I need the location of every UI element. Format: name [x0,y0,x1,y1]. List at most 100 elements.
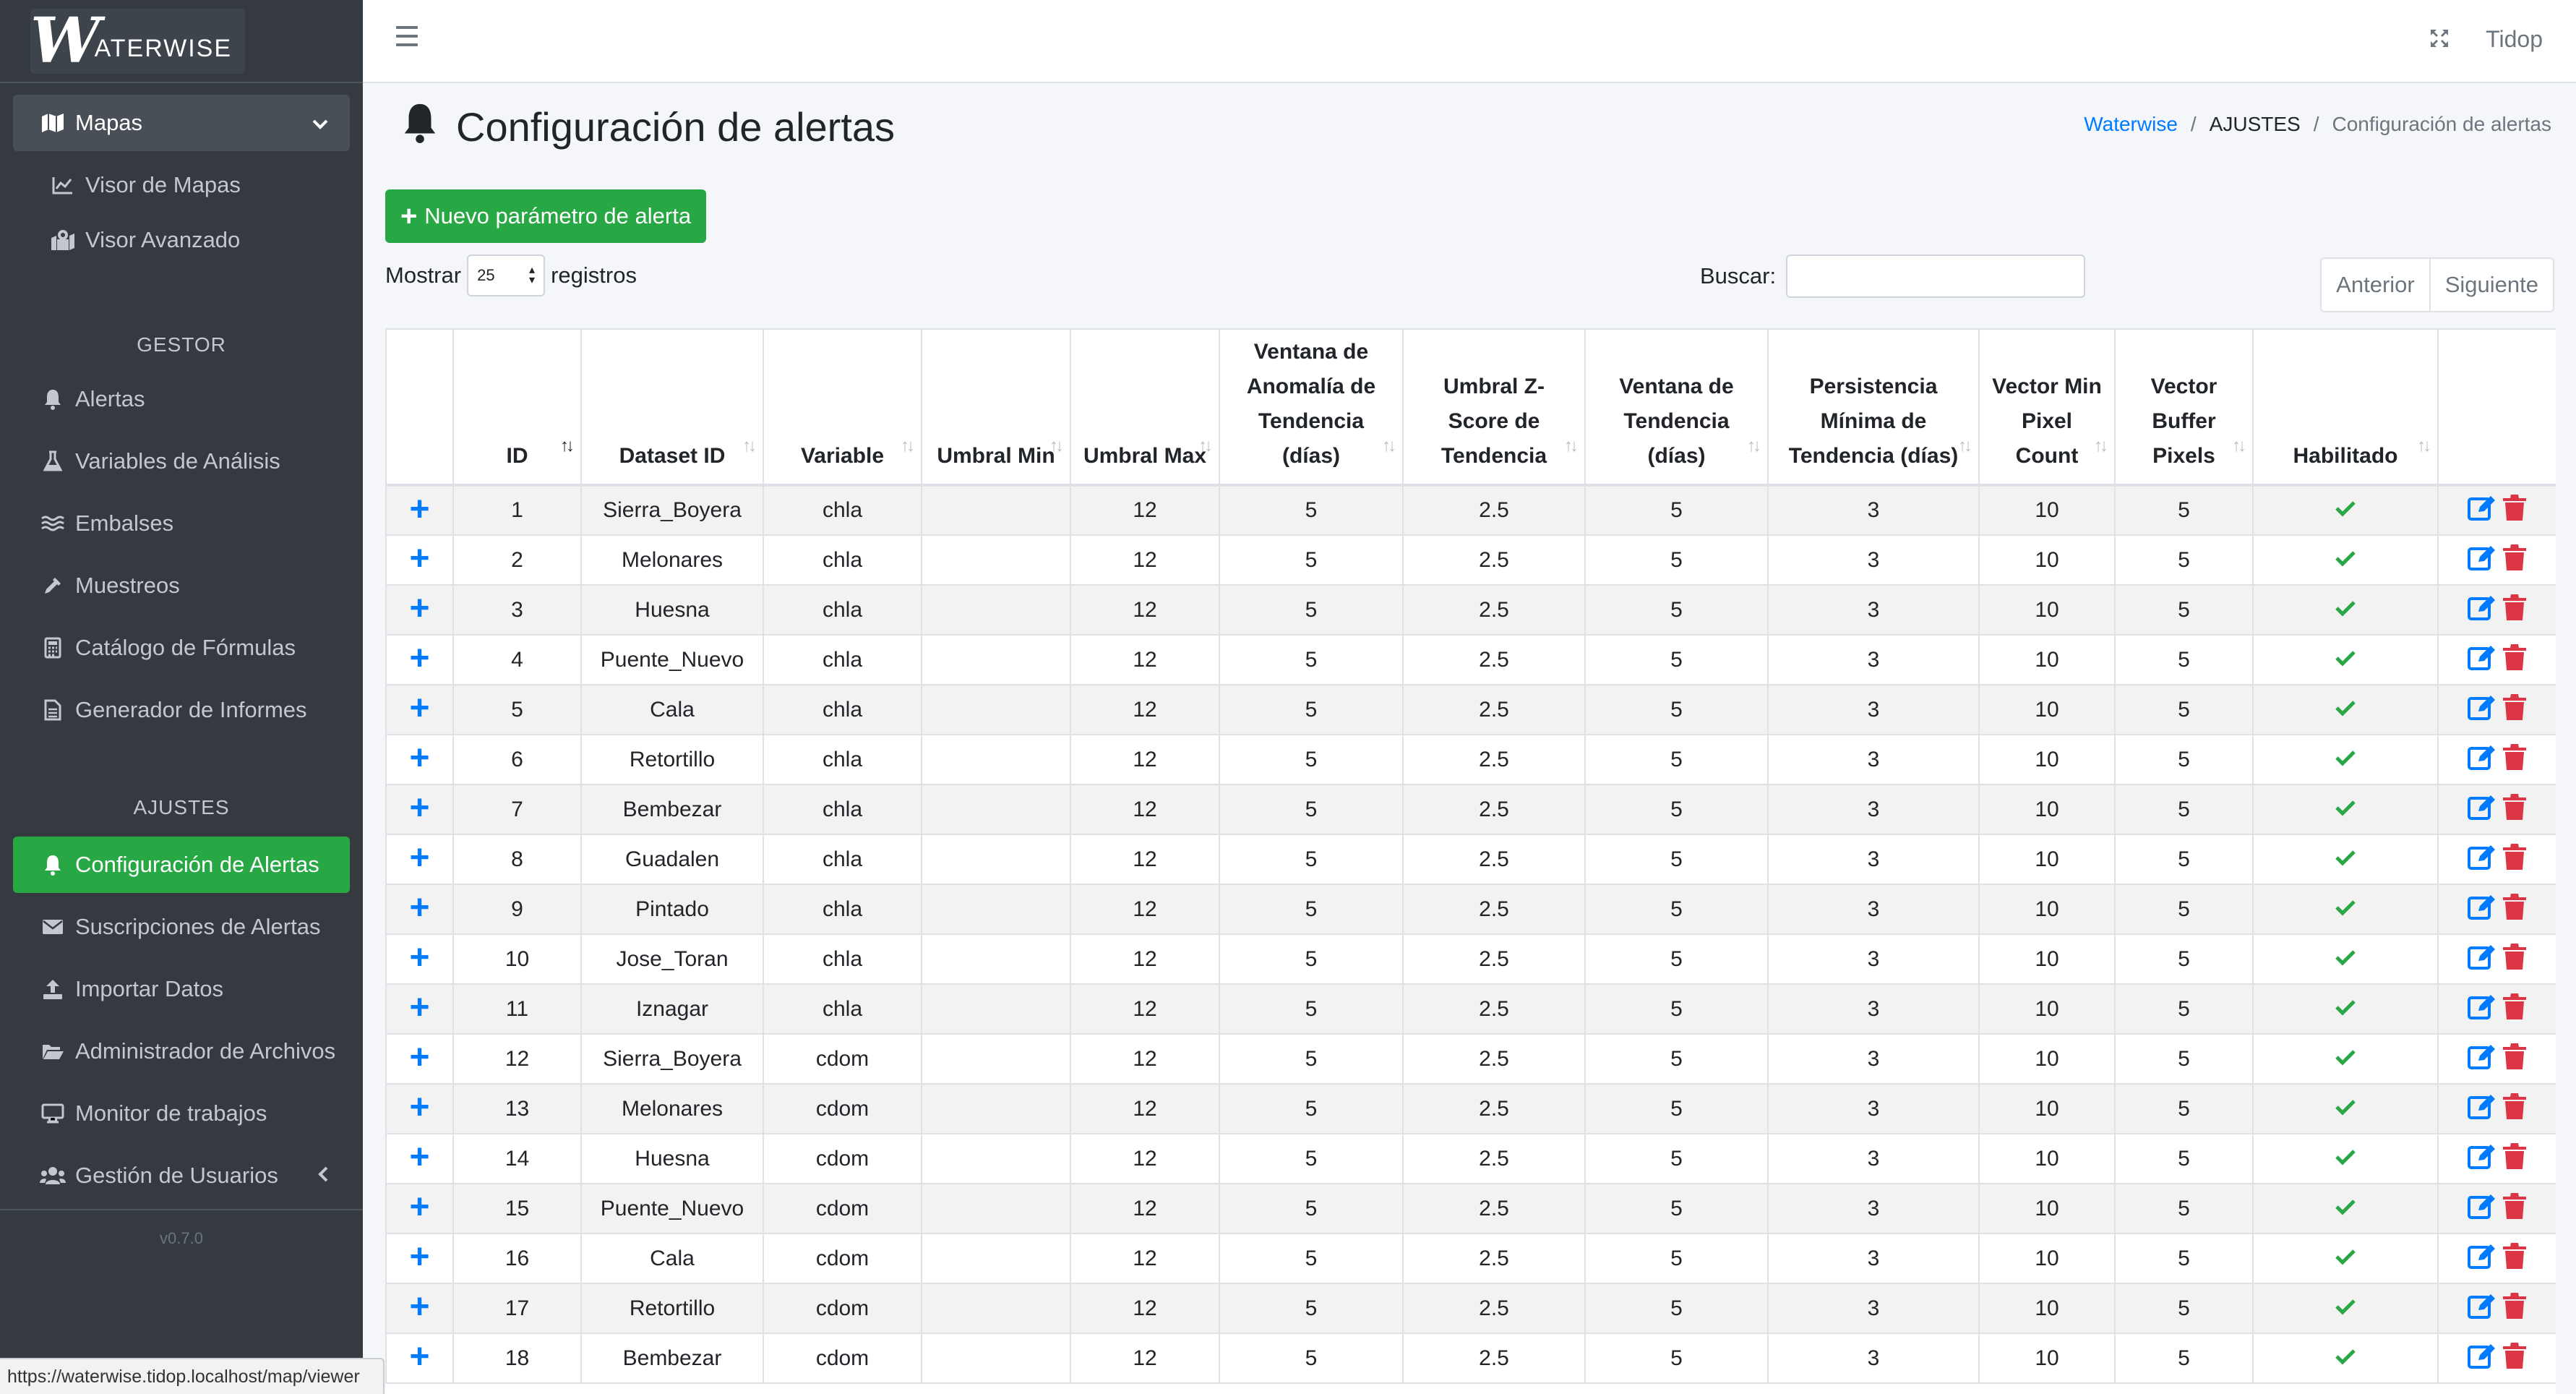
edit-icon[interactable] [2467,693,2497,727]
sidebar-item-alertas[interactable]: Alertas [13,371,350,427]
delete-icon[interactable] [2502,942,2528,977]
delete-icon[interactable] [2502,1291,2528,1326]
sidebar-item-mapas[interactable]: Mapas [13,95,350,151]
cell-pixel-count: 10 [1978,684,2116,735]
sidebar-item-gestion[interactable]: Gestión de Usuarios [13,1147,350,1204]
edit-icon[interactable] [2467,1092,2497,1126]
edit-icon[interactable] [2467,743,2497,777]
edit-icon[interactable] [2467,493,2497,528]
sidebar-item-muestreos[interactable]: Muestreos [13,557,350,614]
expand-row-icon[interactable]: + [409,789,429,827]
col-buffer-header[interactable]: Vector Buffer Pixels ↑↓ [2114,328,2254,487]
delete-icon[interactable] [2502,1142,2528,1176]
new-alert-param-button[interactable]: + Nuevo parámetro de alerta [385,189,706,243]
edit-icon[interactable] [2467,942,2497,977]
brand[interactable]: W ATERWISE [0,0,363,83]
sidebar-item-catalogo[interactable]: Catálogo de Fórmulas [13,620,350,676]
delete-icon[interactable] [2502,892,2528,927]
chevron-down-icon [312,112,328,134]
col-persistence-header[interactable]: Persistencia Mínima de Tendencia (días) ↑… [1767,328,1980,487]
delete-icon[interactable] [2502,792,2528,827]
edit-icon[interactable] [2467,1241,2497,1276]
col-trend-window-header[interactable]: Ventana de Tendencia (días) ↑↓ [1584,328,1769,487]
sidebar-item-visor-avanzado[interactable]: Visor Avanzado [13,212,350,268]
sidebar-item-variables[interactable]: Variables de Análisis [13,433,350,489]
expand-row-icon[interactable]: + [409,938,429,977]
expand-row-icon[interactable]: + [409,689,429,727]
expand-row-icon[interactable]: + [409,639,429,677]
pagination-prev[interactable]: Anterior [2322,259,2429,311]
delete-icon[interactable] [2502,693,2528,727]
edit-icon[interactable] [2467,792,2497,827]
edit-icon[interactable] [2467,892,2497,927]
edit-icon[interactable] [2467,593,2497,628]
delete-icon[interactable] [2502,493,2528,528]
cell-buffer: 5 [2114,1283,2254,1334]
expand-row-icon[interactable]: + [409,1338,429,1376]
expand-row-icon[interactable]: + [409,839,429,877]
expand-row-icon[interactable]: + [409,1238,429,1276]
expand-row-icon[interactable]: + [409,1138,429,1176]
menu-toggle-icon[interactable] [396,26,418,48]
edit-icon[interactable] [2467,1341,2497,1376]
sidebar-item-importar[interactable]: Importar Datos [13,961,350,1017]
delete-icon[interactable] [2502,842,2528,877]
col-max-header[interactable]: Umbral Max ↑↓ [1070,328,1220,487]
col-anomaly-window-header[interactable]: Ventana de Anomalía de Tendencia (días) ↑… [1219,328,1404,487]
pagination-next[interactable]: Siguiente [2429,259,2553,311]
edit-icon[interactable] [2467,992,2497,1027]
delete-icon[interactable] [2502,743,2528,777]
sidebar-item-embalses[interactable]: Embalses [13,495,350,552]
expand-row-icon[interactable]: + [409,988,429,1027]
brand-logo[interactable]: W ATERWISE [30,8,246,74]
col-dataset-header[interactable]: Dataset ID ↑↓ [580,328,764,487]
sidebar-item-suscripciones[interactable]: Suscripciones de Alertas [13,899,350,955]
expand-row-icon[interactable]: + [409,739,429,777]
fullscreen-icon[interactable] [2429,27,2450,53]
expand-row-icon[interactable]: + [409,1038,429,1077]
col-min-header[interactable]: Umbral Min ↑↓ [921,328,1071,487]
cell-anomaly-window: 5 [1219,634,1404,685]
edit-icon[interactable] [2467,1042,2497,1077]
edit-icon[interactable] [2467,643,2497,677]
cell-enabled [2252,884,2439,935]
delete-icon[interactable] [2502,1341,2528,1376]
sidebar-item-config-alertas[interactable]: Configuración de Alertas [13,837,350,893]
edit-icon[interactable] [2467,543,2497,578]
col-zscore-header[interactable]: Umbral Z-Score de Tendencia ↑↓ [1402,328,1586,487]
delete-icon[interactable] [2502,643,2528,677]
col-pixel-count-header[interactable]: Vector Min Pixel Count ↑↓ [1978,328,2116,487]
page-length-select[interactable]: 25 ▴ ▾ [467,255,546,296]
edit-icon[interactable] [2467,1192,2497,1226]
expand-row-icon[interactable]: + [409,1288,429,1326]
expand-row-icon[interactable]: + [409,1088,429,1126]
sidebar-item-visor-mapas[interactable]: Visor de Mapas [13,157,350,213]
delete-icon[interactable] [2502,593,2528,628]
edit-icon[interactable] [2467,1291,2497,1326]
sidebar-item-generador[interactable]: Generador de Informes [13,682,350,738]
user-menu[interactable]: Tidop [2486,26,2543,53]
edit-icon[interactable] [2467,1142,2497,1176]
cell-pixel-count: 10 [1978,1083,2116,1134]
expand-row-icon[interactable]: + [409,589,429,628]
expand-row-icon[interactable]: + [409,889,429,927]
delete-icon[interactable] [2502,1042,2528,1077]
sidebar-item-administrador[interactable]: Administrador de Archivos [13,1023,350,1079]
delete-icon[interactable] [2502,1192,2528,1226]
expand-row-icon[interactable]: + [409,1188,429,1226]
delete-icon[interactable] [2502,992,2528,1027]
col-id-header[interactable]: ID ↑↓ [452,328,582,487]
edit-icon[interactable] [2467,842,2497,877]
breadcrumb-home[interactable]: Waterwise [2084,113,2178,136]
cell-pixel-count: 10 [1978,784,2116,835]
delete-icon[interactable] [2502,543,2528,578]
col-variable-header[interactable]: Variable ↑↓ [763,328,922,487]
expand-row-icon[interactable]: + [409,539,429,578]
folder-open-icon [38,1042,68,1061]
col-enabled-header[interactable]: Habilitado ↑↓ [2252,328,2439,487]
sidebar-item-monitor[interactable]: Monitor de trabajos [13,1085,350,1142]
delete-icon[interactable] [2502,1092,2528,1126]
search-input[interactable] [1786,255,2086,298]
delete-icon[interactable] [2502,1241,2528,1276]
expand-row-icon[interactable]: + [409,490,429,529]
